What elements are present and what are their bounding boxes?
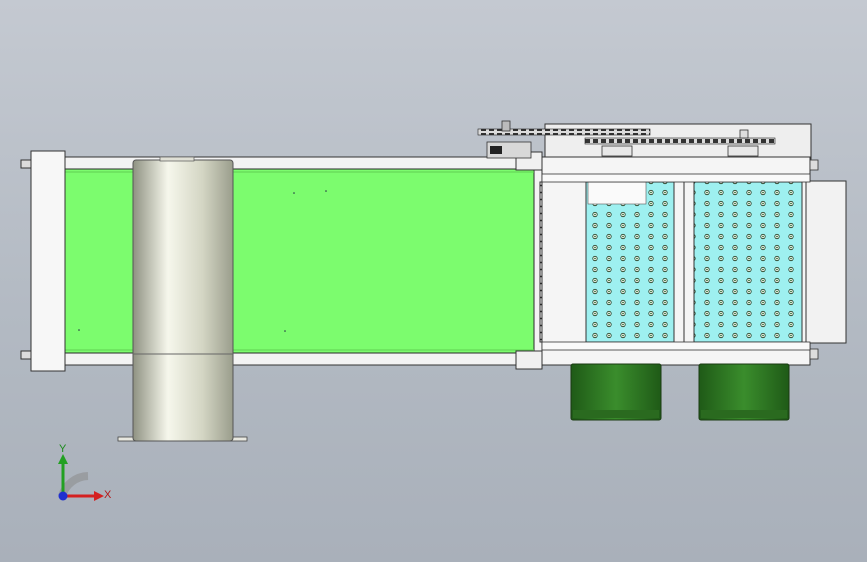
left-end-plate[interactable]	[30, 150, 66, 372]
roller-top-cap	[159, 156, 195, 162]
collection-bins[interactable]	[570, 363, 790, 421]
cad-viewport[interactable]: Y X	[0, 0, 867, 562]
mesh-blank-panel	[587, 181, 647, 205]
screen-header-bar	[541, 173, 811, 183]
left-bolt-top[interactable]	[20, 159, 32, 169]
right-bearing-bottom[interactable]	[515, 350, 543, 370]
triad-x-arrow	[94, 491, 104, 501]
belt-mark	[78, 329, 80, 331]
left-bolt-bottom[interactable]	[20, 350, 32, 360]
right-bolt-top[interactable]	[809, 159, 819, 171]
mesh-screen-left[interactable]	[585, 181, 675, 343]
bin-left-lip	[573, 410, 659, 418]
belt-mark	[284, 330, 286, 332]
bracket-left[interactable]	[601, 145, 633, 157]
triad-y-arrow	[58, 454, 68, 464]
triad-x-label: X	[104, 489, 112, 501]
chain-lower[interactable]	[584, 137, 776, 145]
mesh-screen-right[interactable]	[693, 181, 803, 343]
belt-mark	[325, 190, 327, 192]
bracket-right[interactable]	[727, 145, 759, 157]
side-panel-right[interactable]	[805, 180, 847, 344]
belt-mark	[293, 192, 295, 194]
motor-detail	[490, 146, 502, 154]
sprocket-right[interactable]	[739, 129, 749, 139]
triad-z-origin	[58, 491, 68, 501]
screening-unit[interactable]	[541, 156, 847, 366]
conveyor-assembly[interactable]	[20, 150, 543, 372]
sprocket-left[interactable]	[501, 120, 511, 132]
screen-footer-bar	[541, 341, 811, 351]
right-bolt-bottom[interactable]	[809, 348, 819, 360]
triad-y-label: Y	[59, 443, 67, 455]
bin-right-lip	[701, 410, 787, 418]
coordinate-triad[interactable]: Y X	[58, 443, 112, 501]
roller-body[interactable]	[132, 159, 234, 442]
cylinder-roller[interactable]	[117, 156, 248, 442]
drive-assembly[interactable]	[477, 120, 812, 160]
